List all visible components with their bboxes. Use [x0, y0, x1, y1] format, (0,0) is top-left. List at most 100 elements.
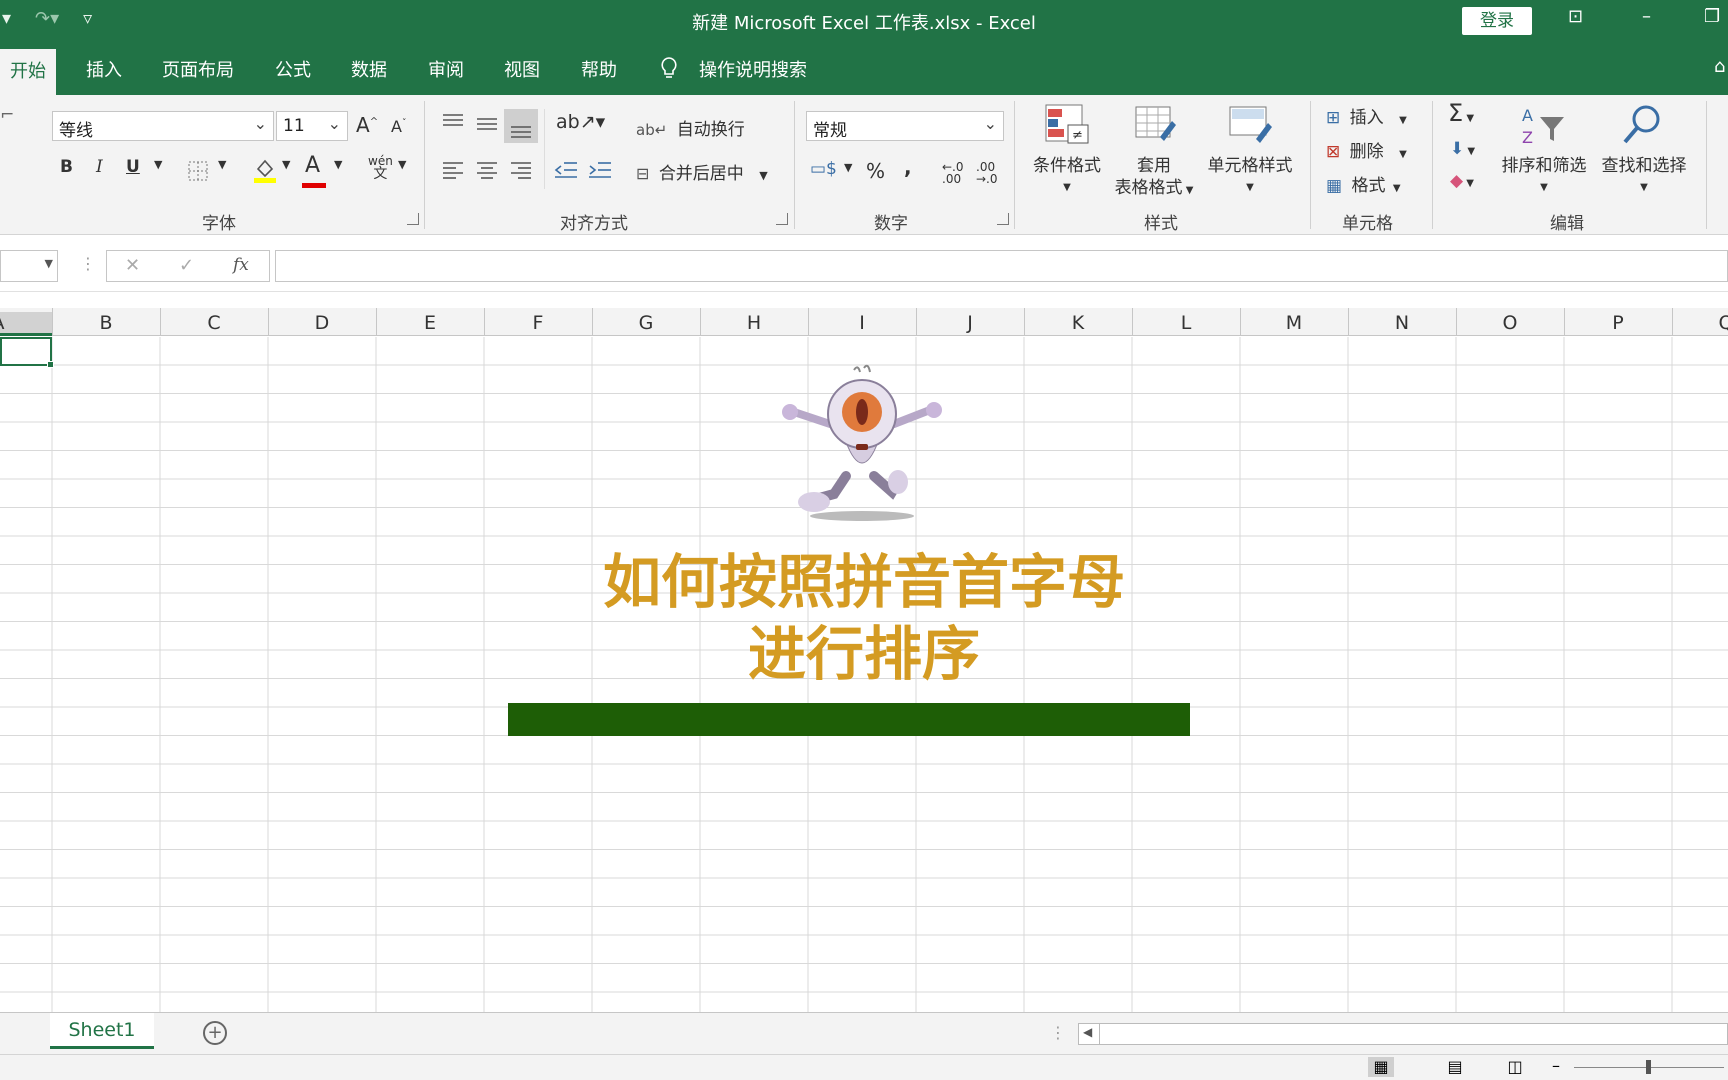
underline-button[interactable]: U [126, 157, 140, 177]
tab-home[interactable]: 开始 [0, 49, 56, 95]
column-header-m[interactable]: M [1240, 312, 1348, 334]
chevron-down-icon[interactable]: ▼ [154, 158, 162, 171]
chevron-down-icon[interactable]: ▼ [759, 169, 767, 182]
decrease-decimal-icon[interactable]: .00 →.0 [976, 161, 998, 185]
format-as-table-button[interactable]: 套用 表格格式 ▼ [1106, 155, 1202, 202]
alignment-dialog-launcher[interactable] [776, 213, 788, 225]
chevron-down-icon[interactable]: ⌄ [984, 114, 997, 133]
chevron-down-icon[interactable]: ▼ [45, 257, 53, 270]
tab-view[interactable]: 视图 [504, 56, 540, 82]
column-header-divider[interactable] [808, 308, 809, 336]
insert-cells-button[interactable]: ⊞ 插入 ▼ [1326, 103, 1407, 128]
column-header-e[interactable]: E [376, 312, 484, 334]
column-header-g[interactable]: G [592, 312, 700, 334]
column-header-i[interactable]: I [808, 312, 916, 334]
horizontal-scrollbar[interactable]: ◀ [1078, 1023, 1728, 1045]
accounting-format-icon[interactable]: ▭$ [810, 159, 837, 179]
delete-cells-button[interactable]: ⊠ 删除 ▼ [1326, 137, 1407, 162]
sheet-tab-sheet1[interactable]: Sheet1 [50, 1013, 154, 1049]
login-button[interactable]: 登录 [1462, 7, 1532, 35]
shrink-font-button[interactable]: Aˇ [391, 117, 406, 136]
page-break-view-icon[interactable]: ◫ [1502, 1057, 1528, 1077]
format-cells-button[interactable]: ▦ 格式 ▼ [1326, 171, 1401, 196]
number-dialog-launcher[interactable] [997, 213, 1009, 225]
autosum-button[interactable]: Σ ▼ [1448, 99, 1474, 127]
scroll-left-icon[interactable]: ◀ [1083, 1025, 1092, 1039]
increase-indent-icon[interactable] [588, 161, 612, 179]
column-header-h[interactable]: H [700, 312, 808, 334]
tab-help[interactable]: 帮助 [581, 56, 617, 82]
tell-me-search[interactable]: 操作说明搜索 [699, 56, 807, 82]
column-header-q[interactable]: Q [1672, 312, 1728, 334]
restore-icon[interactable]: ❐ [1704, 6, 1720, 27]
merge-center-button[interactable]: ⊟ 合并后居中 ▼ [636, 159, 768, 184]
clipboard-fragment[interactable]: ⌐ [0, 105, 14, 125]
chevron-down-icon[interactable]: ▼ [282, 158, 290, 171]
column-header-a[interactable]: A [0, 312, 52, 336]
cancel-icon[interactable]: ✕ [125, 255, 140, 276]
column-header-divider[interactable] [268, 308, 269, 336]
align-left-icon[interactable] [442, 161, 464, 179]
normal-view-icon[interactable]: ▦ [1368, 1057, 1394, 1077]
column-header-divider[interactable] [376, 308, 377, 336]
column-header-divider[interactable] [52, 308, 53, 336]
column-header-c[interactable]: C [160, 312, 268, 334]
tab-review[interactable]: 审阅 [428, 56, 464, 82]
column-header-divider[interactable] [1132, 308, 1133, 336]
chevron-down-icon[interactable]: ⌄ [254, 114, 267, 133]
formula-bar-grip-icon[interactable]: ⋮ [80, 254, 96, 273]
bold-button[interactable]: B [60, 157, 73, 177]
number-format-combo[interactable]: 常规 ⌄ [806, 111, 1004, 141]
font-name-combo[interactable]: 等线 ⌄ [52, 111, 274, 141]
tab-page-layout[interactable]: 页面布局 [162, 56, 234, 82]
fill-color-icon[interactable] [252, 157, 278, 183]
comma-button[interactable]: , [904, 155, 912, 179]
column-header-p[interactable]: P [1564, 312, 1672, 334]
italic-button[interactable]: I [96, 157, 103, 177]
column-header-o[interactable]: O [1456, 312, 1564, 334]
name-box[interactable]: ▼ [0, 250, 58, 282]
column-header-divider[interactable] [1024, 308, 1025, 336]
chevron-down-icon[interactable]: ⌄ [328, 114, 341, 133]
font-color-button[interactable]: A [305, 153, 320, 178]
tab-insert[interactable]: 插入 [86, 56, 122, 82]
page-layout-view-icon[interactable]: ▤ [1442, 1057, 1468, 1077]
orientation-icon[interactable]: ab↗▾ [556, 111, 605, 133]
grow-font-button[interactable]: A^ [356, 113, 378, 137]
column-header-divider[interactable] [1564, 308, 1565, 336]
find-select-button[interactable]: 查找和选择 ▼ [1594, 155, 1694, 199]
ribbon-display-options-icon[interactable]: ⊡ [1568, 6, 1583, 27]
clear-button[interactable]: ◆ ▼ [1450, 171, 1474, 191]
font-dialog-launcher[interactable] [407, 213, 419, 225]
increase-decimal-icon[interactable]: ←.0.00 [942, 161, 964, 185]
align-center-icon[interactable] [476, 161, 498, 179]
chevron-down-icon[interactable]: ▼ [398, 158, 406, 171]
zoom-slider[interactable] [1574, 1060, 1724, 1074]
fill-handle[interactable] [47, 361, 54, 368]
tab-formulas[interactable]: 公式 [275, 56, 311, 82]
conditional-formatting-button[interactable]: 条件格式 ▼ [1028, 155, 1106, 199]
enter-icon[interactable]: ✓ [179, 255, 194, 276]
middle-align-icon[interactable] [476, 115, 498, 133]
chevron-down-icon[interactable]: ▼ [334, 158, 342, 171]
chevron-down-icon[interactable]: ▼ [844, 161, 852, 174]
add-sheet-icon[interactable]: + [203, 1021, 227, 1045]
column-header-l[interactable]: L [1132, 312, 1240, 334]
column-header-divider[interactable] [160, 308, 161, 336]
column-header-f[interactable]: F [484, 312, 592, 334]
chevron-down-icon[interactable]: ▼ [218, 158, 226, 171]
insert-function-icon[interactable]: fx [233, 255, 249, 275]
percent-button[interactable]: % [866, 159, 885, 183]
borders-icon[interactable] [188, 161, 208, 181]
column-header-divider[interactable] [592, 308, 593, 336]
fill-button[interactable]: ⬇ ▼ [1450, 139, 1475, 159]
align-right-icon[interactable] [510, 161, 532, 179]
column-header-j[interactable]: J [916, 312, 1024, 334]
decrease-indent-icon[interactable] [554, 161, 578, 179]
column-header-k[interactable]: K [1024, 312, 1132, 334]
column-header-divider[interactable] [916, 308, 917, 336]
tab-data[interactable]: 数据 [351, 56, 387, 82]
column-header-d[interactable]: D [268, 312, 376, 334]
column-header-divider[interactable] [1240, 308, 1241, 336]
phonetic-guide-button[interactable]: wén 文 [368, 155, 393, 182]
